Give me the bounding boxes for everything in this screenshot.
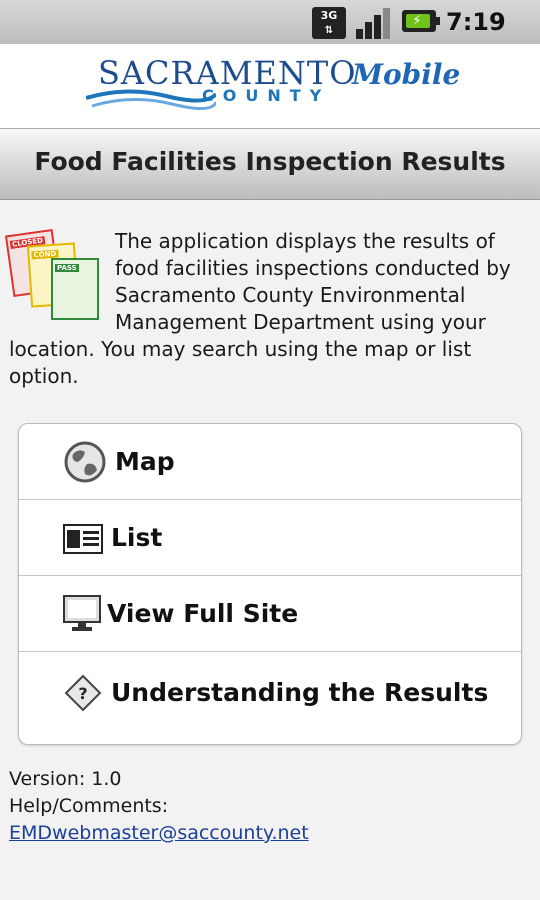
- id-card-icon: [63, 524, 103, 554]
- logo-mobile-text: Mobile: [352, 58, 461, 91]
- globe-icon: [64, 441, 106, 483]
- network-type: 3G: [320, 9, 338, 22]
- logo-wave-graphic: [86, 89, 216, 110]
- menu-label-map: Map: [115, 447, 175, 476]
- menu-item-map[interactable]: Map: [19, 424, 521, 500]
- menu-label-full-site: View Full Site: [107, 599, 299, 628]
- version-text: Version: 1.0: [9, 768, 122, 790]
- help-label: Help/Comments:: [9, 795, 169, 817]
- menu-item-list[interactable]: List: [19, 500, 521, 576]
- logo-banner: SACRAMENTO COUNTY Mobile: [0, 44, 540, 128]
- menu-label-list: List: [111, 523, 163, 552]
- footer: Version: 1.0 Help/Comments: EMDwebmaster…: [9, 766, 309, 847]
- placard-pass-label: PASS: [55, 264, 79, 272]
- main-menu: Map List View Full Site ? Understanding …: [18, 423, 522, 745]
- status-bar: 3G⇅ ⚡ 7:19 PM: [0, 0, 540, 62]
- title-bar: Food Facilities Inspection Results: [0, 128, 540, 200]
- svg-text:?: ?: [78, 684, 87, 703]
- clock-time: 7:19: [446, 8, 506, 36]
- menu-label-understanding: Understanding the Results: [111, 678, 489, 707]
- intro-section: CLOSED COND PASS The application display…: [4, 228, 524, 390]
- network-3g-icon: 3G ⇅: [312, 7, 346, 39]
- monitor-icon: [63, 595, 101, 631]
- page-title: Food Facilities Inspection Results: [34, 147, 506, 176]
- email-link[interactable]: EMDwebmaster@saccounty.net: [9, 822, 309, 844]
- inspection-placards-image: CLOSED COND PASS: [4, 228, 109, 330]
- battery-charging-icon: ⚡: [402, 10, 440, 32]
- logo-subtitle: COUNTY: [202, 86, 331, 105]
- menu-item-understanding[interactable]: ? Understanding the Results: [19, 652, 521, 734]
- signal-strength-icon: [356, 7, 392, 39]
- menu-item-view-full-site[interactable]: View Full Site: [19, 576, 521, 652]
- question-diamond-icon: ?: [64, 674, 102, 712]
